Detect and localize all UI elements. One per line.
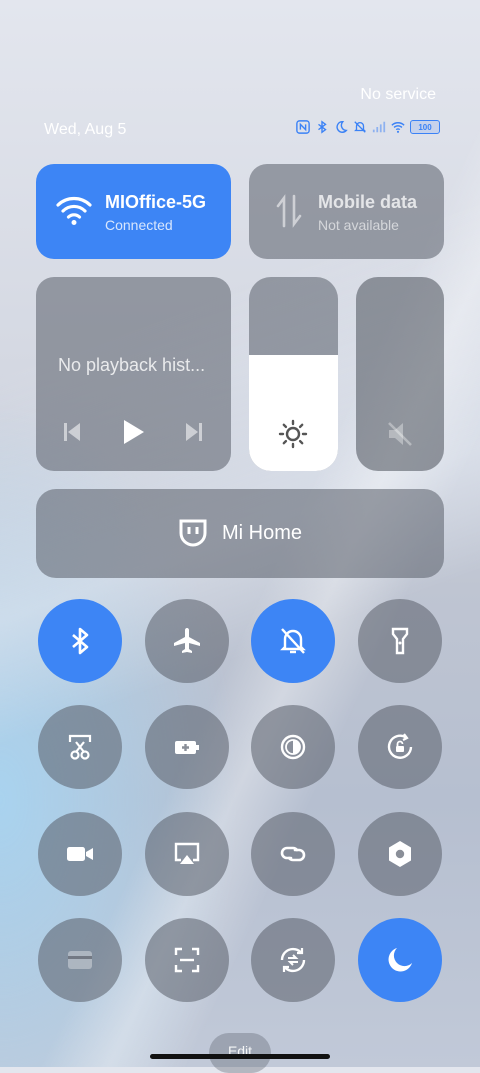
brightness-icon	[278, 419, 308, 449]
card-toggle[interactable]	[38, 918, 122, 1002]
scan-icon	[174, 947, 200, 973]
mi-home-tile[interactable]: Mi Home	[36, 489, 444, 578]
home-indicator[interactable]	[150, 1054, 330, 1059]
sync-icon	[280, 947, 306, 973]
wifi-name: MIOffice-5G	[105, 192, 207, 212]
wifi-status-icon	[391, 122, 405, 133]
mi-home-icon	[179, 519, 207, 546]
bluetooth-status-icon	[318, 120, 327, 134]
mobile-data-status: Not available	[318, 217, 399, 233]
mute-toggle[interactable]	[251, 599, 335, 683]
media-player-tile[interactable]: No playback hist...	[36, 277, 231, 471]
battery-icon: 100	[410, 120, 440, 134]
scissors-icon	[68, 734, 92, 760]
volume-slider[interactable]	[356, 277, 444, 471]
bluetooth-toggle[interactable]	[38, 599, 122, 683]
nfc-icon	[296, 120, 310, 134]
cast-toggle[interactable]	[145, 812, 229, 896]
wifi-status: Connected	[105, 217, 173, 233]
edit-button[interactable]: Edit	[209, 1033, 271, 1073]
mobile-data-tile[interactable]: Mobile data Not available	[249, 164, 444, 259]
status-icons: 100	[296, 120, 440, 134]
screenshot-toggle[interactable]	[38, 705, 122, 789]
flashlight-toggle[interactable]	[358, 599, 442, 683]
battery-plus-icon	[175, 741, 199, 754]
settings-toggle[interactable]	[358, 812, 442, 896]
reading-mode-toggle[interactable]	[251, 705, 335, 789]
rotation-lock-icon	[387, 733, 413, 759]
rotation-lock-toggle[interactable]	[358, 705, 442, 789]
carrier-status: No service	[360, 86, 436, 103]
play-icon[interactable]	[121, 418, 145, 446]
hexagon-settings-icon	[389, 841, 411, 867]
mute-status-icon	[354, 121, 366, 133]
mobile-data-icon	[276, 194, 302, 228]
video-camera-icon	[67, 847, 93, 861]
reading-mode-icon	[280, 734, 306, 760]
moon-status-icon	[336, 121, 348, 133]
video-record-toggle[interactable]	[38, 812, 122, 896]
airplane-icon	[174, 628, 200, 653]
link-icon	[280, 846, 306, 862]
link-toggle[interactable]	[251, 812, 335, 896]
cast-icon	[174, 842, 200, 864]
moon-icon	[388, 948, 412, 972]
flashlight-icon	[391, 627, 409, 655]
sync-toggle[interactable]	[251, 918, 335, 1002]
scanner-toggle[interactable]	[145, 918, 229, 1002]
mi-home-label: Mi Home	[221, 522, 302, 544]
media-title: No playback hist...	[58, 355, 206, 375]
brightness-slider[interactable]	[249, 277, 338, 471]
dark-mode-toggle[interactable]	[358, 918, 442, 1002]
previous-track-icon[interactable]	[62, 420, 82, 444]
signal-icon	[372, 121, 386, 133]
airplane-mode-toggle[interactable]	[145, 599, 229, 683]
card-icon	[68, 951, 92, 969]
wifi-tile[interactable]: MIOffice-5G Connected	[36, 164, 231, 259]
next-track-icon[interactable]	[184, 420, 204, 444]
volume-muted-icon	[388, 422, 412, 446]
mobile-data-name: Mobile data	[318, 192, 418, 212]
wifi-icon	[56, 197, 92, 225]
brightness-level	[249, 354, 338, 471]
date-label: Wed, Aug 5	[44, 121, 127, 138]
bluetooth-icon	[72, 627, 89, 655]
mute-bell-icon	[280, 628, 306, 654]
battery-saver-toggle[interactable]	[145, 705, 229, 789]
